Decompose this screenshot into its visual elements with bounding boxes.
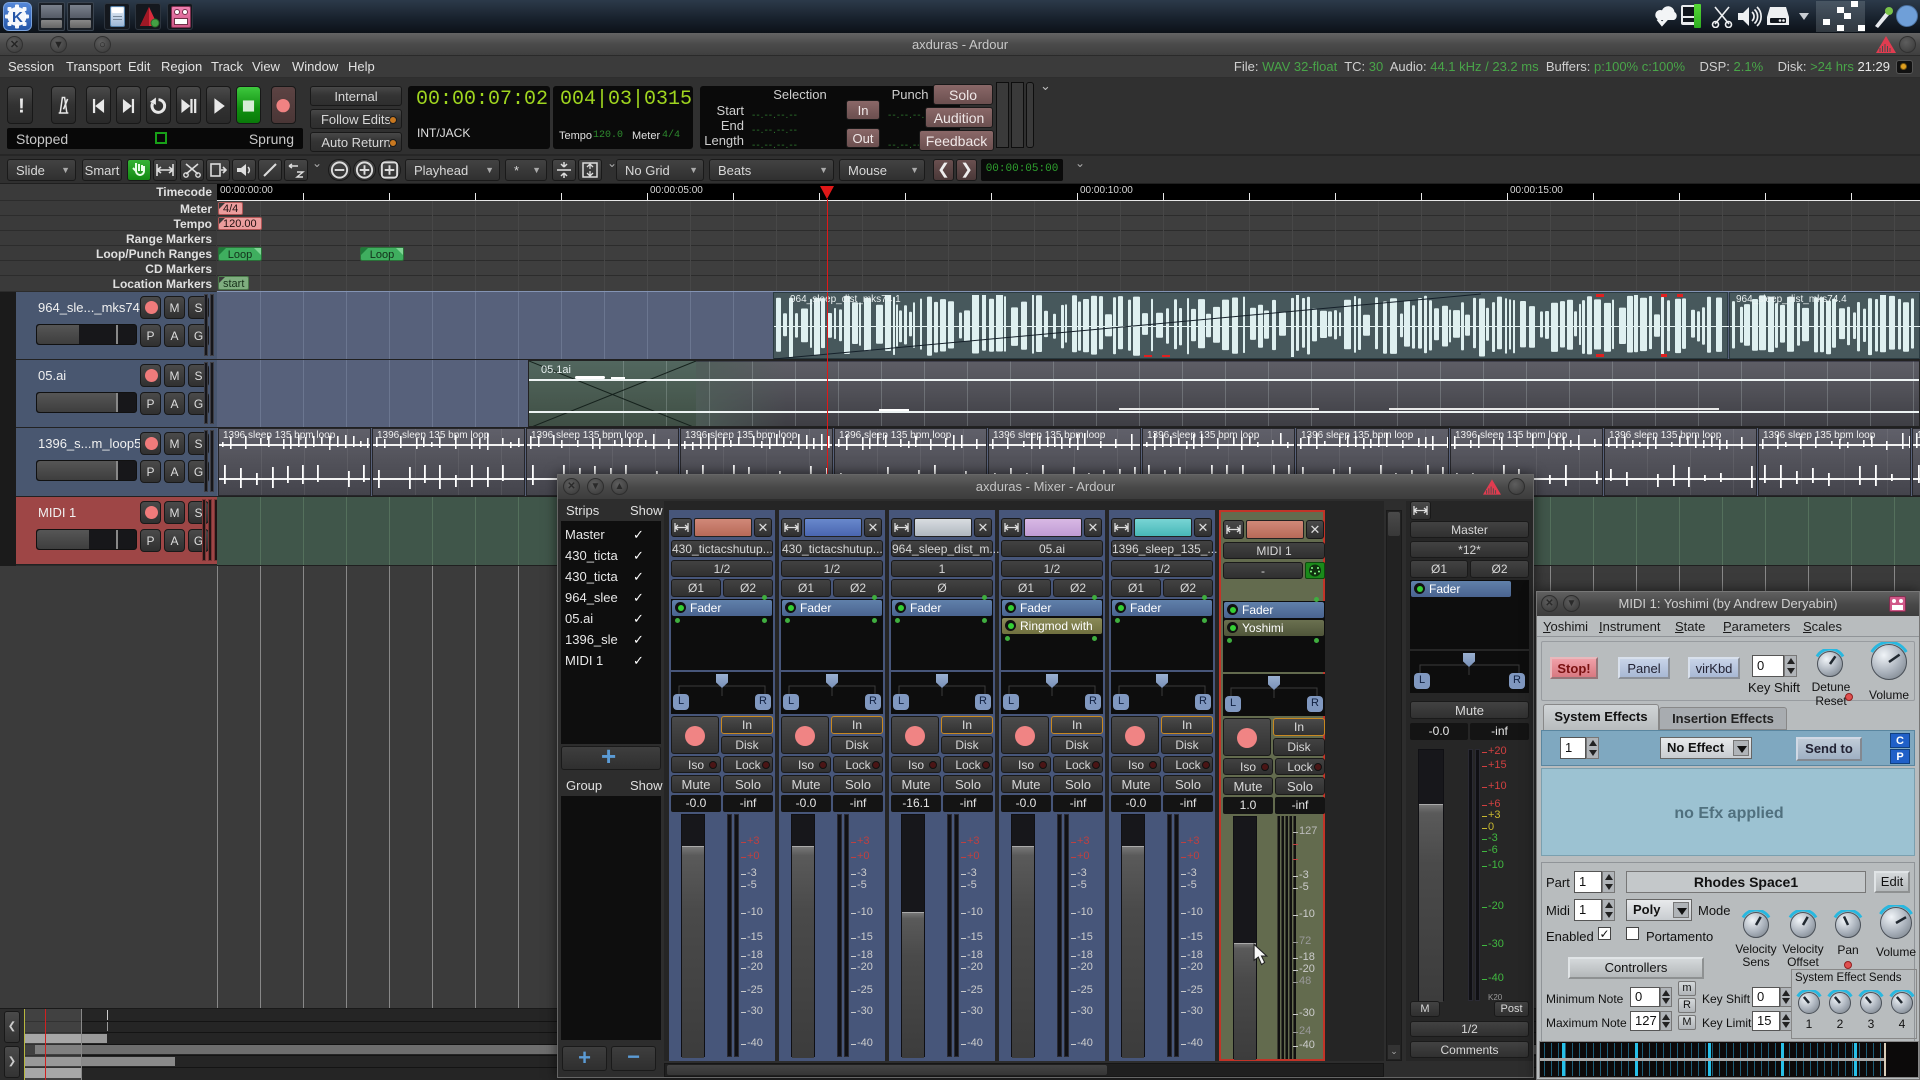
svg-text:K: K — [12, 9, 23, 26]
svg-text:!: ! — [18, 96, 25, 118]
